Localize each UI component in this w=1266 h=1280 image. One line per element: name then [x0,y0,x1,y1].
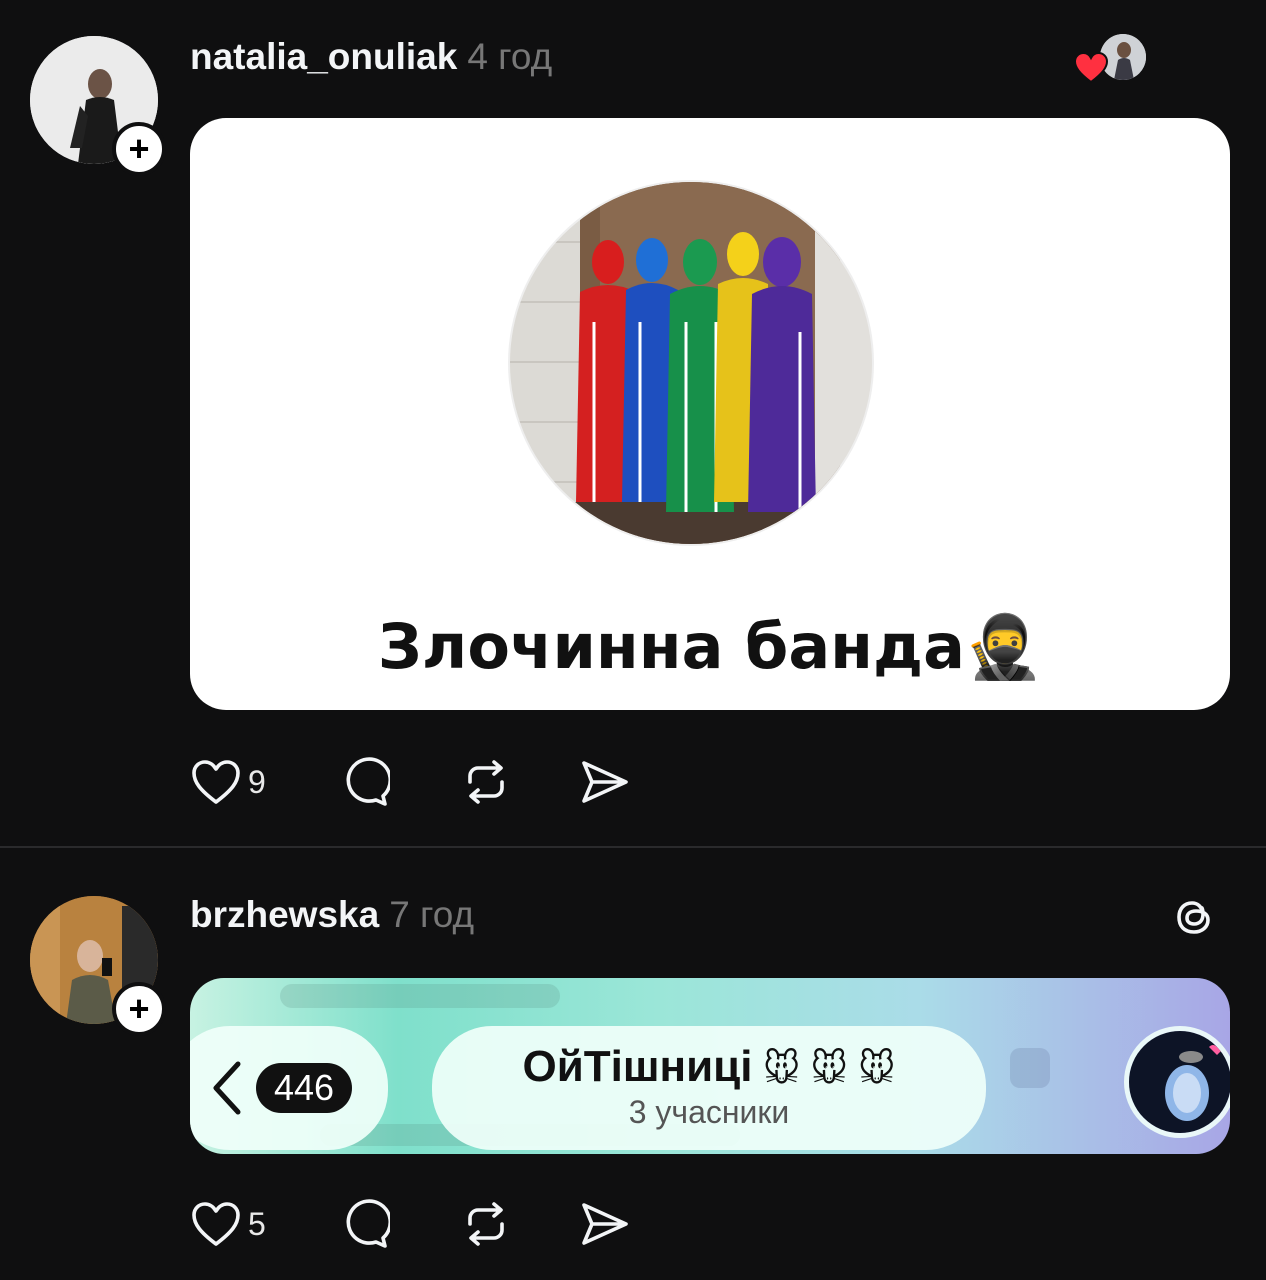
post-header: natalia_onuliak 4 год [190,36,552,78]
group-photo [510,182,872,544]
post-actions: 9 [190,756,632,808]
unread-count-badge: 446 [256,1063,353,1113]
post-header: brzhewska 7 год [190,894,474,936]
threads-icon[interactable] [1170,892,1220,942]
repost-icon [467,760,504,804]
repost-button[interactable] [458,756,514,808]
like-count: 9 [248,763,266,800]
chat-member-count: 3 учасники [628,1094,790,1130]
post-image[interactable]: 446 ОйТішниці 🐭 🐭 🐭 3 учасники [190,978,1230,1154]
share-button[interactable] [578,1199,632,1249]
timestamp: 4 год [467,36,553,77]
like-button[interactable]: 5 [190,1200,266,1248]
liked-by-indicator[interactable] [1074,34,1148,84]
share-icon [581,761,628,803]
back-pill[interactable]: 446 [190,1026,388,1150]
chat-avatar[interactable] [1124,1026,1230,1138]
like-count: 5 [248,1205,266,1242]
chat-title-pill[interactable]: ОйТішниці 🐭 🐭 🐭 3 учасники [432,1026,986,1150]
chat-title: ОйТішниці [522,1042,753,1091]
username[interactable]: brzhewska [190,894,379,935]
username[interactable]: natalia_onuliak [190,36,457,77]
repost-button[interactable] [458,1198,514,1250]
mouse-emoji: 🐭 🐭 🐭 [762,1048,896,1089]
chevron-left-icon [213,1061,241,1115]
comment-icon [346,1199,390,1248]
timestamp: 7 год [389,894,475,935]
post-image[interactable]: Злочинна банда🥷 [190,118,1230,710]
comment-icon [346,757,390,806]
comment-button[interactable] [338,756,390,808]
follow-plus-button[interactable]: + [112,982,166,1036]
ninja-emoji: 🥷 [964,610,1043,683]
follow-plus-button[interactable]: + [112,122,166,176]
image-caption: Злочинна банда [377,610,965,683]
heart-icon [192,760,240,804]
divider [0,846,1266,848]
share-icon [581,1203,628,1245]
post-actions: 5 [190,1198,632,1250]
image-caption-row: Злочинна банда🥷 [190,610,1230,684]
comment-button[interactable] [338,1198,390,1250]
repost-icon [467,1202,504,1246]
heart-icon [1074,52,1108,84]
heart-icon [192,1202,240,1246]
share-button[interactable] [578,757,632,807]
like-button[interactable]: 9 [190,758,266,806]
